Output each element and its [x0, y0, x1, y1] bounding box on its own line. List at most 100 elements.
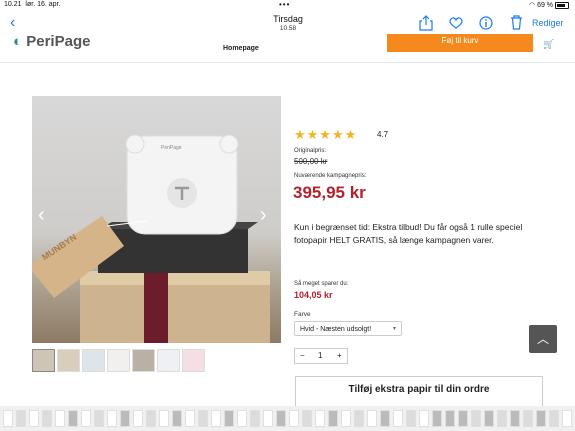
tab-thumbnail[interactable]: [315, 410, 325, 427]
tab-thumbnail[interactable]: [237, 410, 247, 427]
quantity-plus-button[interactable]: +: [337, 351, 342, 360]
thumbnail[interactable]: [157, 349, 180, 372]
chevron-down-icon: ▾: [392, 326, 396, 332]
breadcrumb-homepage[interactable]: Homepage: [223, 45, 259, 52]
multitasking-dots[interactable]: •••: [279, 0, 290, 9]
promo-description: Kun i begrænset tid: Ekstra tilbud! Du f…: [294, 222, 523, 245]
tab-thumbnail[interactable]: [328, 410, 338, 427]
quantity-stepper: − 1 +: [294, 348, 348, 364]
extra-paper-heading: Tilføj ekstra papir til din ordre: [295, 376, 543, 406]
product-main-image[interactable]: PeriPage MUNBYN ‹ ›: [32, 96, 281, 343]
rating-stars-icon: ★★★★★: [294, 127, 358, 142]
tab-thumbnail[interactable]: [354, 410, 364, 427]
tab-thumbnail[interactable]: [432, 410, 442, 427]
tab-thumbnail[interactable]: [94, 410, 104, 427]
tab-thumbnail[interactable]: [42, 410, 52, 427]
tab-thumbnail-strip: [0, 406, 575, 431]
savings-value: 104,05 kr: [294, 290, 333, 300]
thumbnail[interactable]: [182, 349, 205, 372]
tab-thumbnail[interactable]: [263, 410, 273, 427]
add-to-cart-button[interactable]: Føj til kurv: [387, 34, 533, 52]
tab-thumbnail[interactable]: [367, 410, 377, 427]
quantity-value[interactable]: 1: [318, 351, 322, 360]
thumbnail[interactable]: [82, 349, 105, 372]
current-price: 395,95 kr: [293, 183, 366, 202]
thumbnail[interactable]: [132, 349, 155, 372]
color-select[interactable]: Hvid - Næsten udsolgt! ▾: [294, 321, 402, 336]
savings-label: Så meget sparer du:: [294, 281, 349, 287]
logo-mark-icon: ◐: [13, 33, 23, 50]
info-icon[interactable]: [479, 16, 493, 30]
tab-thumbnail[interactable]: [419, 410, 429, 427]
tab-thumbnail[interactable]: [198, 410, 208, 427]
tab-thumbnail[interactable]: [562, 410, 572, 427]
status-time: 10.21 lør. 16. apr.: [4, 1, 61, 8]
tab-thumbnail[interactable]: [523, 410, 533, 427]
logo-text-prefix: Peri: [26, 33, 55, 50]
thumbnail[interactable]: [107, 349, 130, 372]
tab-thumbnail[interactable]: [159, 410, 169, 427]
tab-thumbnail[interactable]: [458, 410, 468, 427]
chevron-up-icon: ︿: [536, 332, 549, 346]
battery-label: 69 %: [537, 2, 554, 9]
edit-button[interactable]: Rediger: [532, 18, 564, 28]
tab-thumbnail[interactable]: [406, 410, 416, 427]
tab-thumbnail[interactable]: [172, 410, 182, 427]
back-chevron-icon[interactable]: ‹: [10, 14, 15, 32]
tab-thumbnail[interactable]: [120, 410, 130, 427]
tab-thumbnail[interactable]: [445, 410, 455, 427]
tab-thumbnail[interactable]: [536, 410, 546, 427]
trash-icon[interactable]: [510, 15, 523, 30]
thumbnail[interactable]: [57, 349, 80, 372]
tab-thumbnail[interactable]: [211, 410, 221, 427]
tab-thumbnail[interactable]: [484, 410, 494, 427]
tab-thumbnail[interactable]: [29, 410, 39, 427]
tab-thumbnail[interactable]: [510, 410, 520, 427]
tab-thumbnail[interactable]: [107, 410, 117, 427]
printer-brand-label: PeriPage: [161, 145, 182, 151]
tab-thumbnail[interactable]: [185, 410, 195, 427]
tab-thumbnail[interactable]: [224, 410, 234, 427]
nav-subtitle: 10.58: [279, 25, 297, 32]
site-header: ◐ PeriPage Homepage Føj til kurv 🛒: [0, 33, 575, 63]
tab-thumbnail[interactable]: [68, 410, 78, 427]
prev-image-icon[interactable]: ‹: [38, 204, 45, 227]
tab-thumbnail[interactable]: [250, 410, 260, 427]
site-logo[interactable]: ◐ PeriPage: [13, 33, 90, 50]
tab-thumbnail[interactable]: [146, 410, 156, 427]
tab-thumbnail[interactable]: [497, 410, 507, 427]
tab-thumbnail[interactable]: [133, 410, 143, 427]
tab-thumbnail[interactable]: [16, 410, 26, 427]
tab-thumbnail[interactable]: [380, 410, 390, 427]
tab-thumbnail[interactable]: [81, 410, 91, 427]
current-price-label: Nuværende kampagnepris:: [294, 173, 367, 179]
logo-text-suffix: Page: [54, 33, 91, 50]
scroll-to-top-button[interactable]: ︿: [529, 325, 557, 353]
tab-thumbnail[interactable]: [55, 410, 65, 427]
color-select-value: Hvid - Næsten udsolgt!: [300, 326, 372, 333]
color-label: Farve: [294, 311, 311, 318]
tab-thumbnail[interactable]: [289, 410, 299, 427]
product-photo: [32, 134, 270, 343]
next-image-icon[interactable]: ›: [260, 204, 267, 227]
original-price: 500,00 kr: [294, 157, 328, 166]
wifi-icon: ◠: [529, 2, 536, 9]
thumbnail[interactable]: [32, 349, 55, 372]
battery-icon: [555, 1, 569, 9]
cart-icon[interactable]: 🛒: [543, 39, 554, 50]
quantity-minus-button[interactable]: −: [300, 351, 305, 360]
tab-thumbnail[interactable]: [393, 410, 403, 427]
tab-thumbnail[interactable]: [549, 410, 559, 427]
tab-thumbnail[interactable]: [302, 410, 312, 427]
tab-thumbnail[interactable]: [341, 410, 351, 427]
nav-title: Tirsdag: [273, 14, 303, 24]
original-price-label: Originalpris:: [294, 148, 327, 154]
status-bar: 10.21 lør. 16. apr. ••• ◠ 69 %: [0, 0, 575, 10]
heart-icon[interactable]: [449, 17, 463, 29]
tab-thumbnail[interactable]: [3, 410, 13, 427]
tab-thumbnail[interactable]: [471, 410, 481, 427]
status-right: ◠ 69 %: [529, 1, 569, 9]
share-icon[interactable]: [419, 15, 433, 31]
tab-thumbnail[interactable]: [276, 410, 286, 427]
header-divider: [0, 62, 575, 63]
